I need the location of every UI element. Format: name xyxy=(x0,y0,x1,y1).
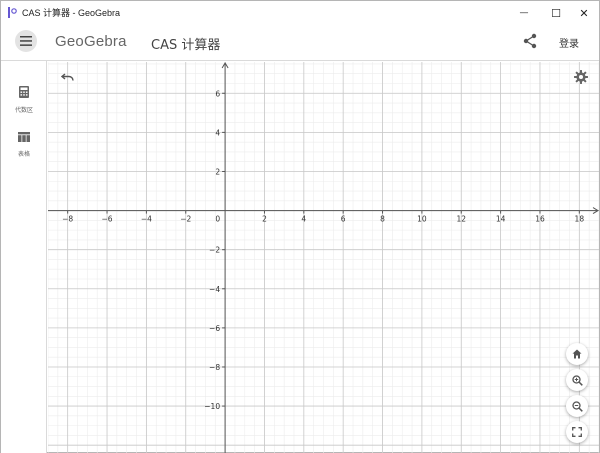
x-tick-label: 6 xyxy=(341,215,346,224)
calculator-icon xyxy=(19,86,29,98)
y-tick-label: 2 xyxy=(215,167,220,176)
maximize-icon: ☐ xyxy=(551,6,561,20)
fullscreen-icon xyxy=(572,427,582,437)
home-icon xyxy=(572,349,582,359)
x-tick-label: −2 xyxy=(180,215,191,224)
close-window-button[interactable]: ✕ xyxy=(569,1,599,25)
y-tick-label: −6 xyxy=(209,324,220,333)
x-tick-label: 10 xyxy=(417,215,427,224)
title-bar: CAS 计算器 - GeoGebra — ☐ ✕ xyxy=(1,1,599,25)
y-tick-label: −2 xyxy=(209,246,220,255)
app-window: CAS 计算器 - GeoGebra — ☐ ✕ GeoGebra CAS 计算… xyxy=(0,0,600,453)
graphics-view[interactable]: −8 −6 −4 −2 2 4 6 8 10 12 14 16 18 6 4 2 −2 −4 −6 −8 −10 0 xyxy=(48,62,599,453)
zoom-out-icon xyxy=(571,400,583,412)
geogebra-app-icon xyxy=(8,7,17,18)
main-menu-button[interactable] xyxy=(15,30,37,52)
zoom-in-button[interactable] xyxy=(566,369,588,391)
app-header: GeoGebra CAS 计算器 登录 xyxy=(1,25,599,61)
x-tick-label: 4 xyxy=(301,215,306,224)
y-tick-label: −8 xyxy=(209,363,220,372)
sidebar-item-table[interactable]: 表格 xyxy=(1,127,47,158)
sidebar-item-algebra[interactable]: 代数区 xyxy=(1,83,47,114)
share-icon[interactable] xyxy=(522,33,538,49)
maximize-button[interactable]: ☐ xyxy=(541,1,571,25)
close-icon: ✕ xyxy=(579,6,589,20)
x-tick-label: 14 xyxy=(496,215,506,224)
minimize-icon: — xyxy=(519,8,529,18)
home-button[interactable] xyxy=(566,343,588,365)
x-tick-label: −6 xyxy=(102,215,113,224)
minimize-button[interactable]: — xyxy=(509,1,539,25)
x-tick-label: −4 xyxy=(141,215,152,224)
x-tick-label: 12 xyxy=(456,215,466,224)
coordinate-grid[interactable]: −8 −6 −4 −2 2 4 6 8 10 12 14 16 18 6 4 2 −2 −4 −6 −8 −10 0 xyxy=(48,62,599,453)
y-tick-label: −4 xyxy=(209,285,220,294)
table-icon xyxy=(18,132,30,142)
sidebar-item-label: 代数区 xyxy=(14,107,33,114)
x-tick-label: 18 xyxy=(575,215,585,224)
y-tick-label: 6 xyxy=(215,89,220,98)
sidebar-item-label: 表格 xyxy=(17,151,30,158)
undo-icon[interactable] xyxy=(61,72,75,82)
login-button[interactable]: 登录 xyxy=(559,35,579,50)
y-tick-label: −10 xyxy=(204,402,220,411)
x-tick-label: −8 xyxy=(62,215,73,224)
x-tick-label: 2 xyxy=(262,215,267,224)
x-tick-label: 16 xyxy=(535,215,545,224)
geogebra-logo: GeoGebra xyxy=(55,33,127,50)
zoom-in-icon xyxy=(571,374,583,386)
app-title: CAS 计算器 xyxy=(151,38,221,53)
hamburger-menu-icon xyxy=(20,36,32,46)
gear-icon[interactable] xyxy=(574,70,588,84)
x-tick-label: 8 xyxy=(380,215,385,224)
origin-label: 0 xyxy=(215,215,220,224)
left-toolbar: 代数区 表格 xyxy=(1,61,47,453)
window-title: CAS 计算器 - GeoGebra xyxy=(22,8,121,18)
zoom-out-button[interactable] xyxy=(566,395,588,417)
y-tick-label: 4 xyxy=(215,128,220,137)
fullscreen-button[interactable] xyxy=(566,421,588,443)
